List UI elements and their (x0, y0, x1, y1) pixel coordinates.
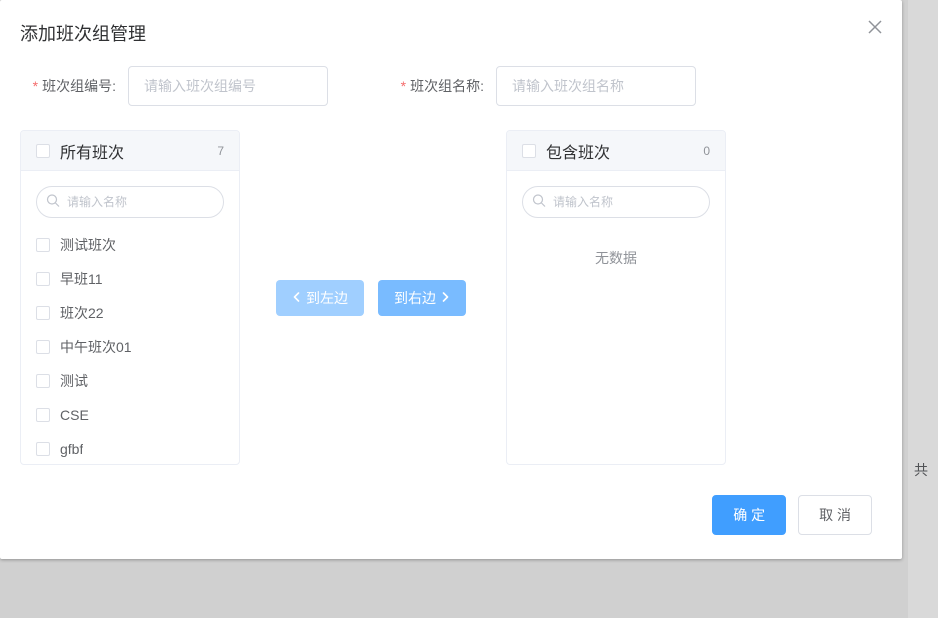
list-item[interactable]: 早班11 (21, 262, 239, 296)
list-item[interactable]: 班次22 (21, 296, 239, 330)
dialog-header: 添加班次组管理 (0, 0, 902, 56)
item-checkbox[interactable] (36, 238, 50, 252)
dialog-body: 班次组编号: 班次组名称: 所有班次 7 (0, 56, 902, 485)
dialog-footer: 确 定 取 消 (0, 485, 902, 559)
name-input[interactable] (496, 66, 696, 106)
name-label: 班次组名称: (388, 76, 496, 96)
transfer: 所有班次 7 (20, 130, 882, 465)
right-panel-count: 0 (703, 144, 710, 158)
item-checkbox[interactable] (36, 374, 50, 388)
confirm-button[interactable]: 确 定 (712, 495, 786, 535)
left-panel-list[interactable]: 测试班次 早班11 班次22 中午班次01 (21, 228, 239, 464)
list-item[interactable]: CSE (21, 398, 239, 432)
chevron-right-icon (440, 291, 450, 305)
dialog-title: 添加班次组管理 (20, 20, 146, 46)
form-row: 班次组编号: 班次组名称: (20, 66, 882, 106)
transfer-right-panel: 包含班次 0 无数据 (506, 130, 726, 465)
right-panel-empty: 无数据 (507, 228, 725, 288)
cancel-button[interactable]: 取 消 (798, 495, 872, 535)
item-label: 测试 (60, 371, 88, 391)
item-label: 早班11 (60, 269, 103, 289)
list-item[interactable]: 中午班次01 (21, 330, 239, 364)
left-panel-body: 测试班次 早班11 班次22 中午班次01 (21, 171, 239, 464)
transfer-left-panel: 所有班次 7 (20, 130, 240, 465)
item-checkbox[interactable] (36, 340, 50, 354)
left-panel-count: 7 (217, 144, 224, 158)
item-label: 班次22 (60, 303, 104, 323)
close-icon (868, 20, 882, 34)
list-item[interactable]: 测试班次 (21, 228, 239, 262)
item-checkbox[interactable] (36, 442, 50, 456)
right-search-wrapper (507, 171, 725, 228)
to-right-button[interactable]: 到右边 (378, 280, 466, 316)
left-search-input[interactable] (36, 186, 224, 218)
item-checkbox[interactable] (36, 272, 50, 286)
transfer-buttons: 到左边 到右边 (240, 280, 506, 316)
left-panel-title: 所有班次 (60, 139, 124, 163)
dialog-add-shift-group: 添加班次组管理 班次组编号: 班次组名称: 所有班次 (0, 0, 902, 559)
list-item[interactable]: 测试 (21, 364, 239, 398)
list-item[interactable]: gfbf (21, 432, 239, 464)
item-label: CSE (60, 407, 89, 423)
to-right-label: 到右边 (394, 288, 436, 308)
item-label: 中午班次01 (60, 337, 132, 357)
code-input[interactable] (128, 66, 328, 106)
form-item-name: 班次组名称: (388, 66, 696, 106)
item-checkbox[interactable] (36, 306, 50, 320)
close-button[interactable] (868, 20, 882, 38)
right-panel-header: 包含班次 0 (507, 131, 725, 171)
left-select-all-checkbox[interactable] (36, 144, 50, 158)
right-header-left: 包含班次 (522, 139, 610, 163)
left-header-left: 所有班次 (36, 139, 124, 163)
item-label: 测试班次 (60, 235, 116, 255)
item-label: gfbf (60, 441, 83, 457)
left-panel-header: 所有班次 7 (21, 131, 239, 171)
to-left-button[interactable]: 到左边 (276, 280, 364, 316)
code-label: 班次组编号: (20, 76, 128, 96)
right-select-all-checkbox[interactable] (522, 144, 536, 158)
right-panel-title: 包含班次 (546, 139, 610, 163)
left-search-wrapper (21, 171, 239, 228)
to-left-label: 到左边 (306, 288, 348, 308)
chevron-left-icon (292, 291, 302, 305)
right-search-input[interactable] (522, 186, 710, 218)
form-item-code: 班次组编号: (20, 66, 328, 106)
right-panel-body: 无数据 (507, 171, 725, 464)
item-checkbox[interactable] (36, 408, 50, 422)
